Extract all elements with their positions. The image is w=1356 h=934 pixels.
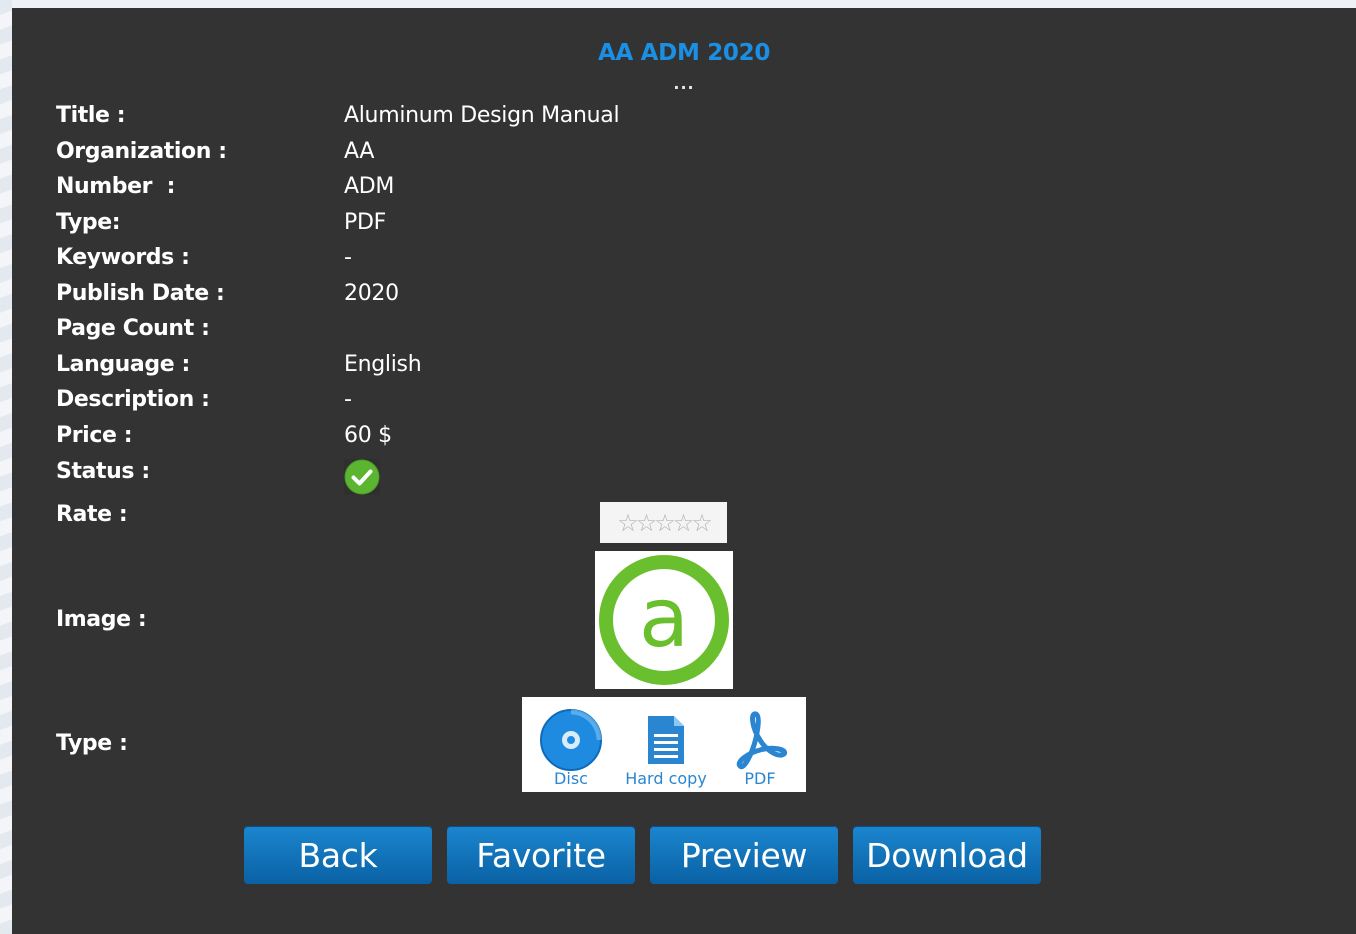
title-label: Title : xyxy=(56,103,126,128)
image-label: Image : xyxy=(56,607,147,632)
disc-icon xyxy=(540,709,602,771)
language-value: English xyxy=(344,352,422,377)
description-label: Description : xyxy=(56,387,210,412)
organization-label: Organization : xyxy=(56,139,227,164)
status-label: Status : xyxy=(56,459,150,484)
download-button[interactable]: Download xyxy=(853,826,1041,884)
logo-letter: a xyxy=(639,571,689,666)
format-types: Disc Hard copy PDF xyxy=(522,697,806,792)
title-value: Aluminum Design Manual xyxy=(344,103,620,128)
number-value: ADM xyxy=(344,174,395,199)
aa-logo-icon: a xyxy=(595,551,733,689)
check-circle-icon xyxy=(344,459,380,495)
publish-date-label: Publish Date : xyxy=(56,281,225,306)
type-value: PDF xyxy=(344,210,386,235)
keywords-label: Keywords : xyxy=(56,245,190,270)
star-rating[interactable]: ☆☆☆☆☆ xyxy=(600,502,727,543)
price-label: Price : xyxy=(56,423,133,448)
rate-label: Rate : xyxy=(56,502,128,527)
price-value: 60 $ xyxy=(344,423,392,448)
format-pdf[interactable]: PDF xyxy=(722,697,798,792)
format-disc[interactable]: Disc xyxy=(536,697,606,792)
favorite-button[interactable]: Favorite xyxy=(447,826,635,884)
page-title: AA ADM 2020 xyxy=(597,40,771,66)
description-value: - xyxy=(344,387,352,412)
number-label: Number : xyxy=(56,174,176,199)
language-label: Language : xyxy=(56,352,190,377)
document-detail-panel: AA ADM 2020 ... Title : Aluminum Design … xyxy=(12,8,1356,934)
publish-date-value: 2020 xyxy=(344,281,399,306)
title-ellipsis: ... xyxy=(673,74,695,93)
organization-value: AA xyxy=(344,139,375,164)
format-pdf-label: PDF xyxy=(744,769,776,788)
back-button[interactable]: Back xyxy=(244,826,432,884)
pdf-icon xyxy=(736,711,788,770)
type-label: Type: xyxy=(56,210,121,235)
page-count-label: Page Count : xyxy=(56,316,210,341)
rating-stars-icon[interactable]: ☆☆☆☆☆ xyxy=(617,509,713,537)
format-type-label: Type : xyxy=(56,731,128,756)
preview-button[interactable]: Preview xyxy=(650,826,838,884)
keywords-value: - xyxy=(344,245,352,270)
document-icon xyxy=(648,716,684,764)
format-disc-label: Disc xyxy=(554,769,588,788)
format-hard-copy-label: Hard copy xyxy=(625,769,707,788)
format-hard-copy[interactable]: Hard copy xyxy=(618,697,714,792)
page-background xyxy=(0,0,12,934)
